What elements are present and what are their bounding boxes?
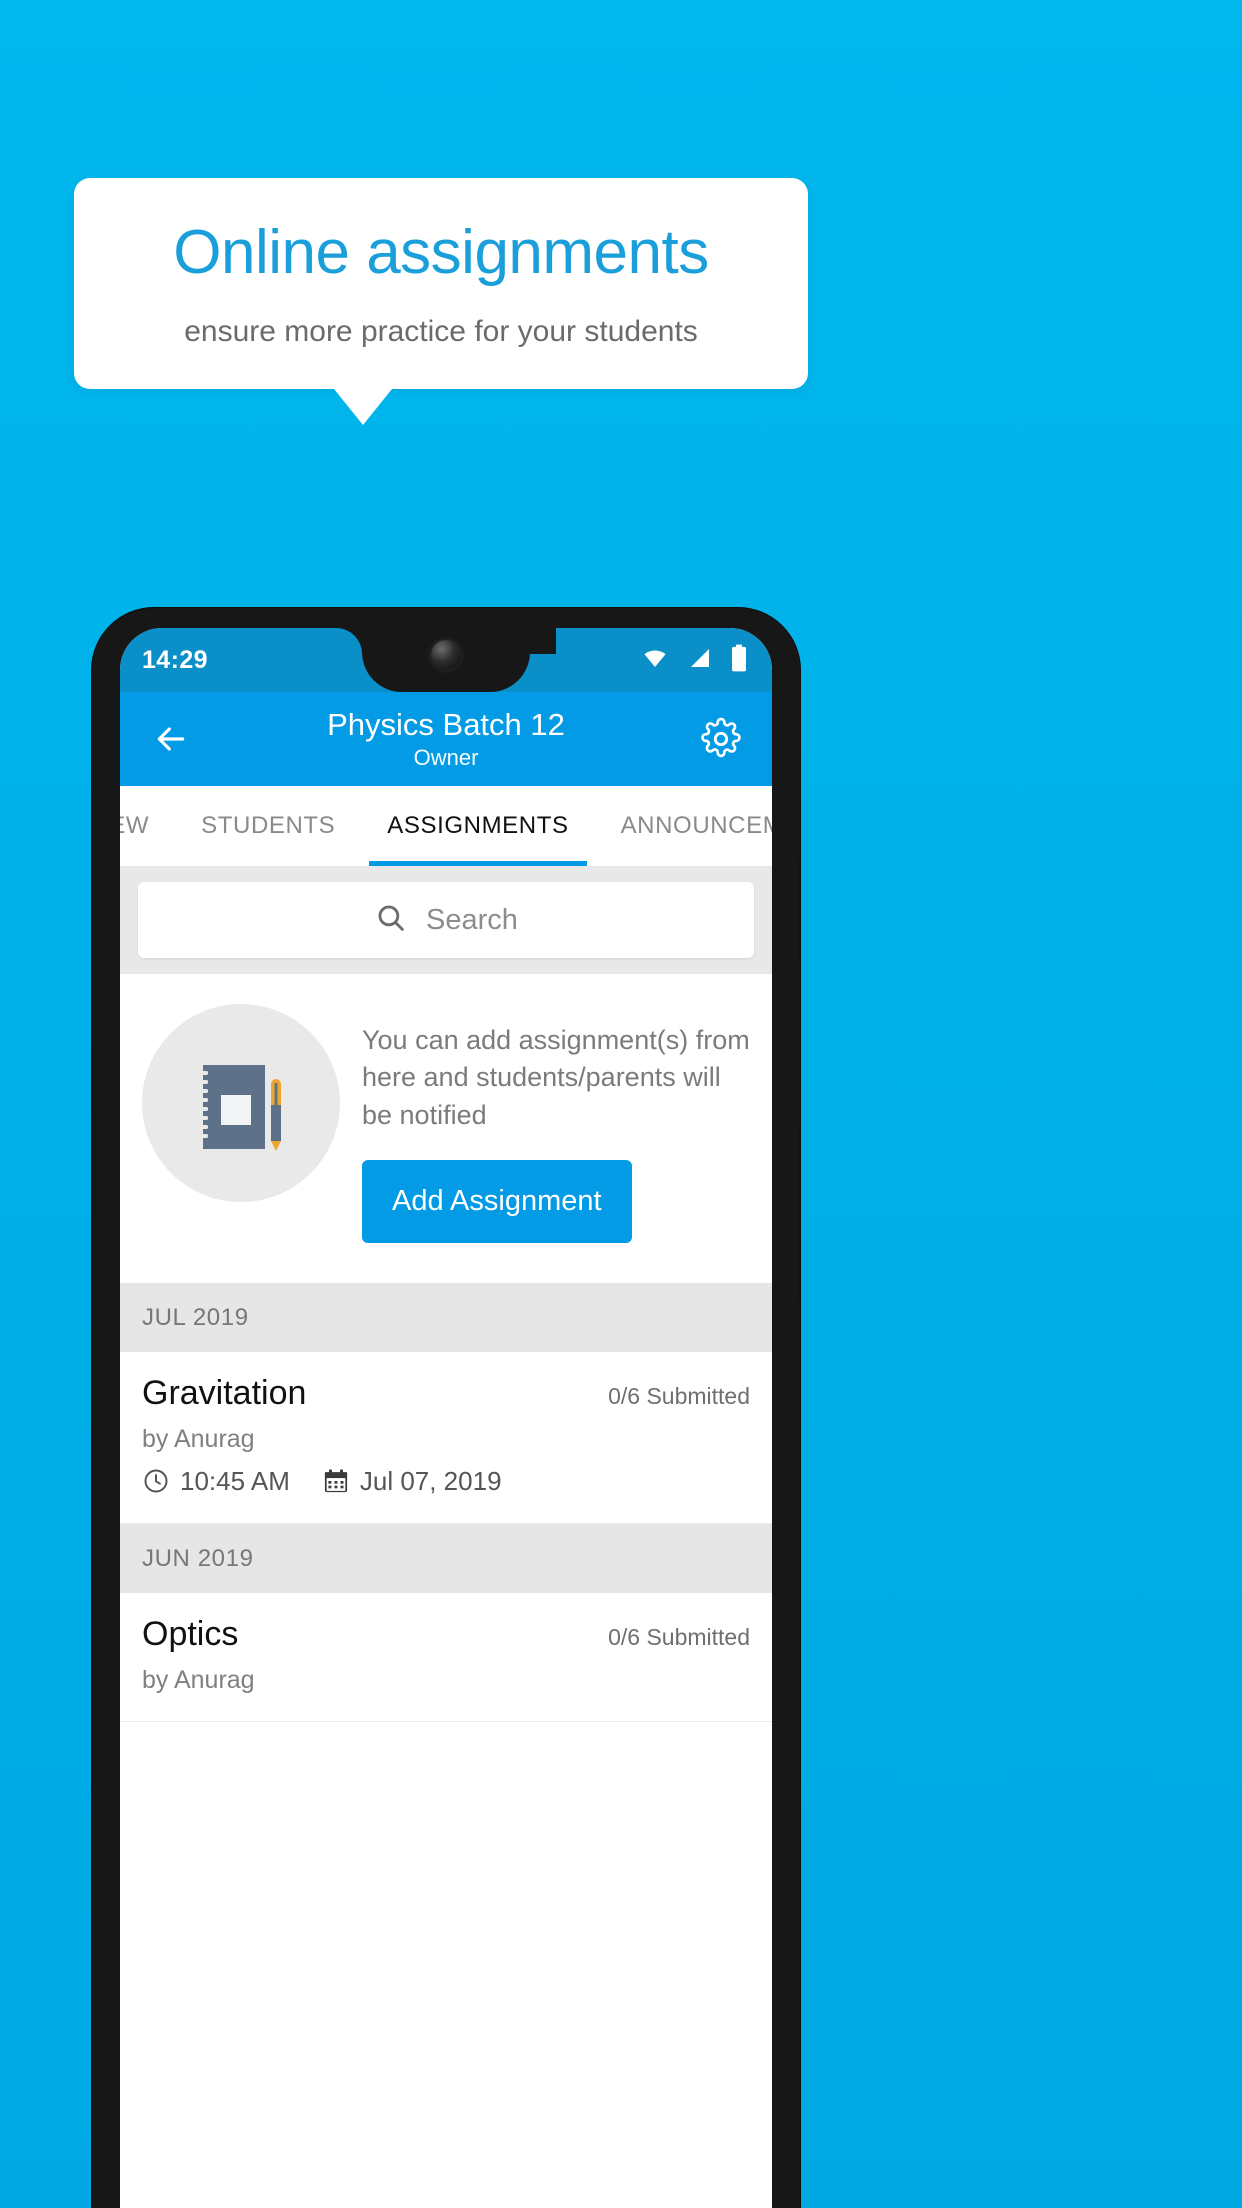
assignment-meta: 10:45 AM Jul 07, 2019 <box>142 1466 750 1497</box>
tab-assignments[interactable]: ASSIGNMENTS <box>361 786 594 866</box>
notch-mask-right <box>530 628 556 655</box>
assignment-submitted-count: 0/6 Submitted <box>608 1623 750 1650</box>
phone-mockup: 14:29 Physics Batch 12 Owner W STUDENTS … <box>92 608 800 2208</box>
tab-students[interactable]: STUDENTS <box>175 786 361 866</box>
promo-callout-tail <box>334 389 392 426</box>
tab-bar[interactable]: IEW STUDENTS ASSIGNMENTS ANNOUNCEM <box>120 786 772 866</box>
assignment-time: 10:45 AM <box>180 1465 290 1496</box>
phone-notch <box>336 628 556 692</box>
assignment-row-gravitation[interactable]: Gravitation 0/6 Submitted by Anurag 10:4… <box>120 1351 772 1524</box>
assignment-date: Jul 07, 2019 <box>359 1465 502 1496</box>
add-assignment-button[interactable]: Add Assignment <box>362 1159 632 1243</box>
assignment-title: Gravitation <box>142 1373 307 1412</box>
assignment-title: Optics <box>142 1614 239 1653</box>
status-bar-time: 14:29 <box>142 645 208 674</box>
arrow-left-icon <box>157 727 185 751</box>
phone-volume-button[interactable] <box>798 1128 800 1303</box>
calendar-icon <box>322 1467 350 1495</box>
phone-screen: 14:29 Physics Batch 12 Owner W STUDENTS … <box>120 628 772 2208</box>
page-subtitle: Owner <box>413 744 479 770</box>
empty-state-content: You can add assignment(s) from here and … <box>362 1004 750 1243</box>
tab-students-label: STUDENTS <box>201 812 336 839</box>
assignment-header: Gravitation 0/6 Submitted <box>142 1374 750 1413</box>
month-header-jun: JUN 2019 <box>120 1523 772 1593</box>
clock-icon <box>142 1467 170 1495</box>
front-camera <box>431 640 461 670</box>
empty-state-card: You can add assignment(s) from here and … <box>120 974 772 1283</box>
tab-announcements-label: ANNOUNCEM <box>620 812 772 839</box>
search-placeholder: Search <box>426 903 518 936</box>
tab-assignments-label: ASSIGNMENTS <box>387 812 569 839</box>
notebook-and-pen-icon <box>142 1004 340 1202</box>
app-bar: Physics Batch 12 Owner <box>120 692 772 786</box>
page-title: Physics Batch 12 <box>327 707 565 743</box>
wifi-icon <box>640 646 670 675</box>
assignment-submitted-count: 0/6 Submitted <box>608 1382 750 1409</box>
search-input[interactable]: Search <box>138 882 754 958</box>
promo-title: Online assignments <box>173 218 709 287</box>
status-bar-icons <box>640 644 748 677</box>
assignment-author: by Anurag <box>142 1424 255 1453</box>
month-header-jul: JUL 2019 <box>120 1282 772 1352</box>
cellular-signal-icon <box>686 646 714 675</box>
search-bar-container: Search <box>120 866 772 974</box>
gear-icon <box>701 717 741 758</box>
app-bar-titles: Physics Batch 12 Owner <box>198 707 694 771</box>
notch-mask-left <box>336 628 362 655</box>
assignment-author: by Anurag <box>142 1665 255 1694</box>
tab-overview[interactable]: IEW <box>120 786 175 866</box>
search-icon <box>374 901 408 940</box>
promo-callout: Online assignments ensure more practice … <box>74 178 808 426</box>
assignment-header: Optics 0/6 Submitted <box>142 1615 750 1654</box>
promo-subtitle: ensure more practice for your students <box>184 315 698 349</box>
phone-power-button[interactable] <box>798 858 800 963</box>
back-button[interactable] <box>144 712 198 766</box>
promo-card: Online assignments ensure more practice … <box>74 178 808 390</box>
battery-icon <box>730 644 748 677</box>
settings-button[interactable] <box>694 712 748 766</box>
assignment-row-optics[interactable]: Optics 0/6 Submitted by Anurag <box>120 1592 772 1722</box>
tab-announcements[interactable]: ANNOUNCEM <box>595 786 772 866</box>
tab-overview-label: IEW <box>120 812 150 839</box>
empty-state-message: You can add assignment(s) from here and … <box>362 1025 750 1130</box>
phone-side-button[interactable] <box>92 1048 94 1263</box>
status-bar: 14:29 <box>120 628 772 692</box>
